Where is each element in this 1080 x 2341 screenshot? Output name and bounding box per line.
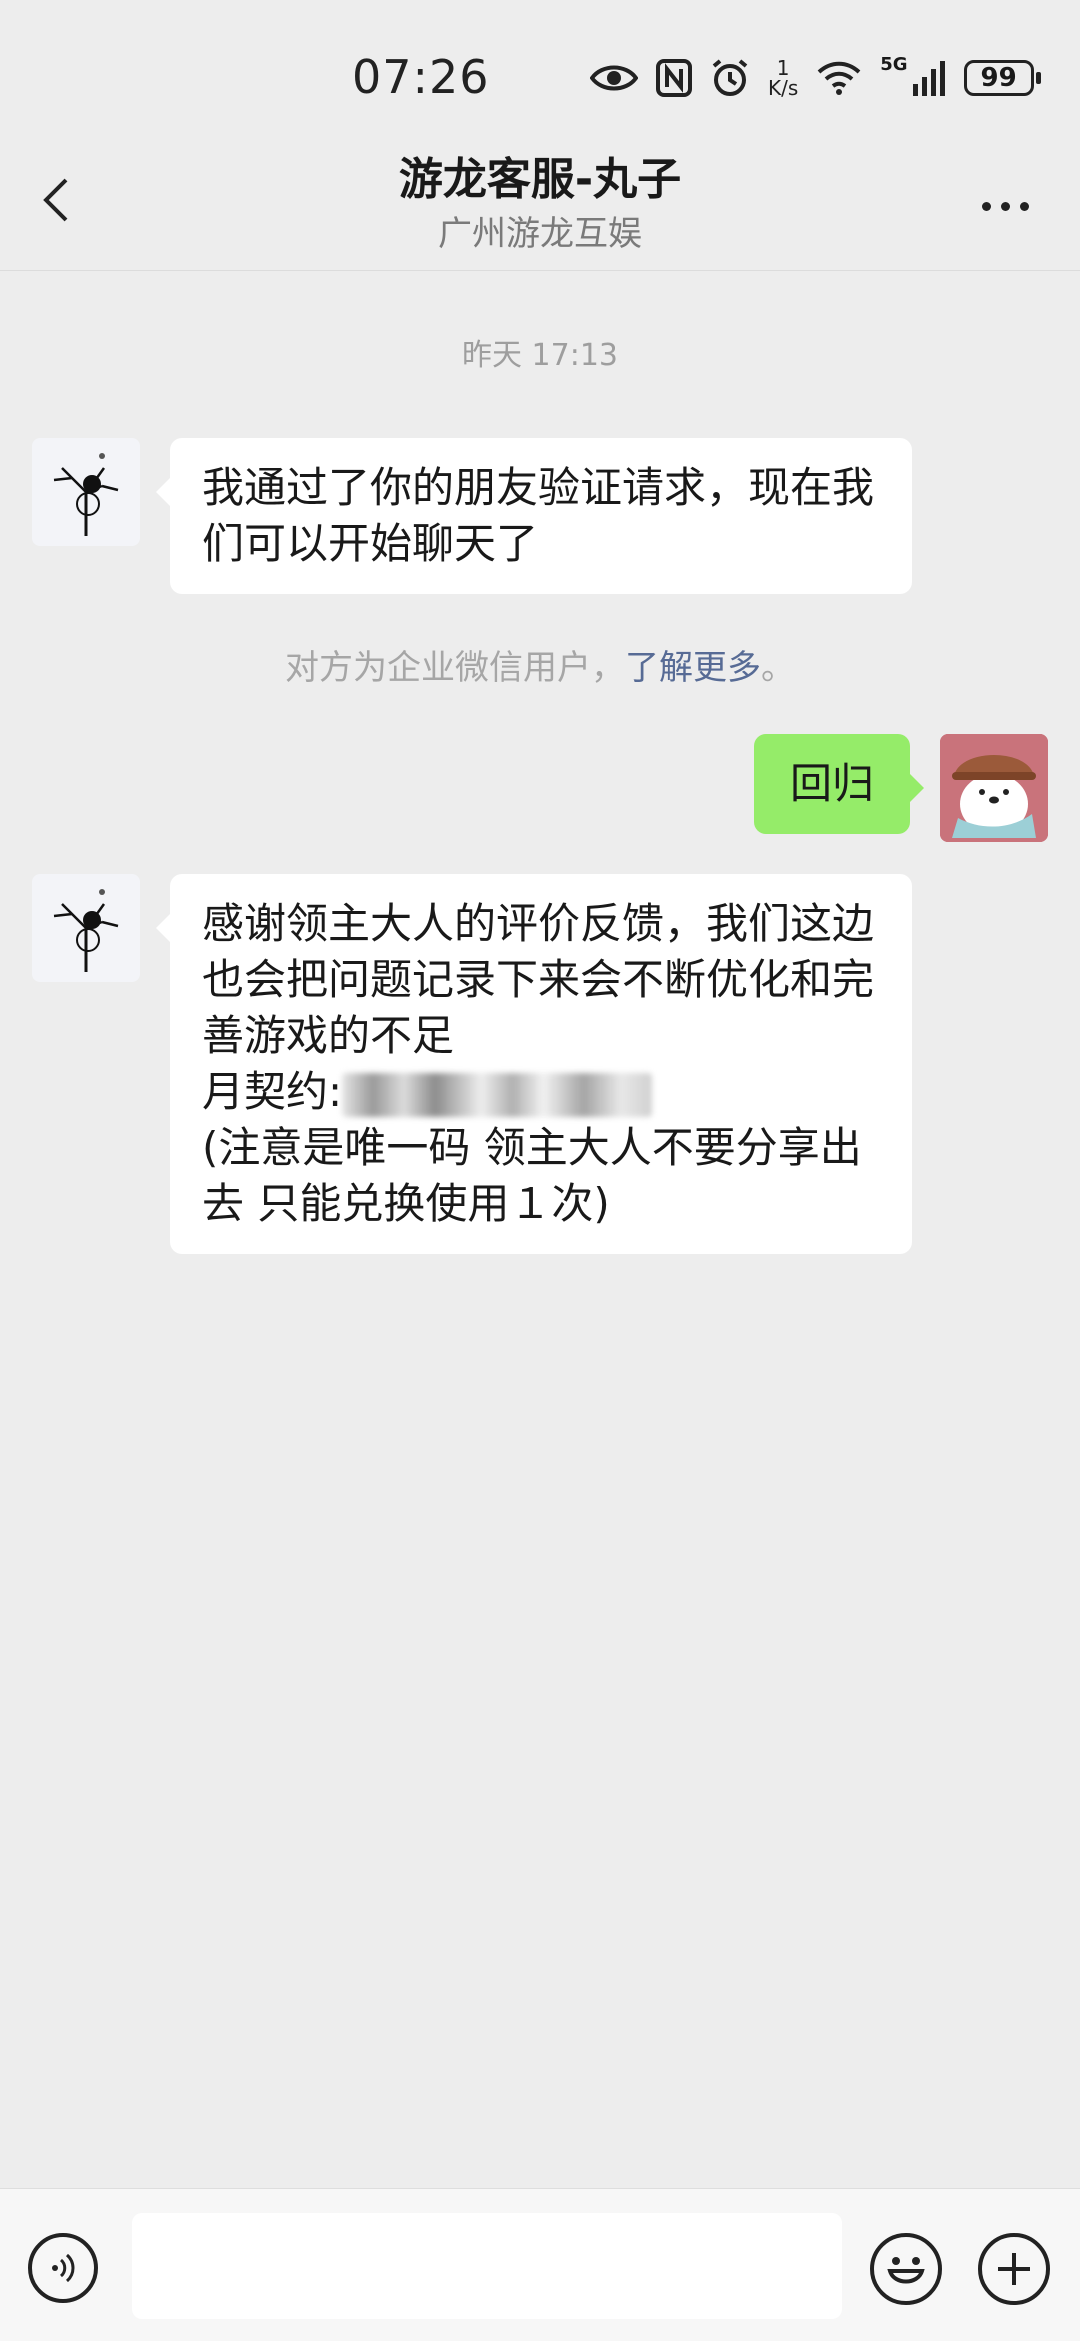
emoji-icon — [887, 2257, 925, 2284]
title-block: 游龙客服-丸子 广州游龙互娱 — [0, 150, 1080, 258]
contact-avatar[interactable] — [32, 438, 140, 546]
eye-icon — [590, 65, 638, 91]
network-speed-value: 1 — [776, 56, 790, 80]
message-timestamp: 昨天 17:13 — [462, 338, 618, 373]
message-bubble-received[interactable]: 感谢领主大人的评价反馈，我们这边也会把问题记录下来会不断优化和完善游戏的不足 月… — [156, 874, 912, 1254]
more-button[interactable] — [970, 176, 1040, 236]
message-note: (注意是唯一码 领主大人不要分享出去 只能兑换使用１次) — [202, 1123, 862, 1228]
plus-icon — [998, 2253, 1030, 2285]
contact-avatar[interactable] — [32, 874, 140, 982]
signal-icon — [912, 61, 945, 96]
alarm-icon — [712, 59, 748, 96]
system-note-end: 。 — [761, 648, 795, 688]
input-bar — [0, 2188, 1080, 2341]
chat-header: 游龙客服-丸子 广州游龙互娱 — [0, 140, 1080, 271]
status-bar: 07:26 1 K/s 5G 99 — [0, 0, 1080, 140]
network-speed-unit: K/s — [768, 76, 799, 100]
wifi-icon — [817, 61, 861, 95]
battery-indicator: 99 — [963, 60, 1041, 96]
message-bubble-received[interactable]: 我通过了你的朋友验证请求，现在我们可以开始聊天了 — [156, 438, 912, 594]
system-note: 对方为企业微信用户，了解更多。 — [0, 640, 1080, 689]
message-text: 感谢领主大人的评价反馈，我们这边也会把问题记录下来会不断优化和完善游戏的不足 — [202, 899, 875, 1060]
message-bubble-sent[interactable]: 回归 — [754, 734, 924, 834]
network-speed: 1 K/s — [768, 58, 798, 98]
network-type: 5G — [880, 53, 908, 75]
snowman-avatar-icon — [53, 453, 119, 536]
snowman-avatar-icon — [53, 889, 119, 972]
redeem-code-label: 月契约: — [202, 1067, 343, 1116]
plus-button[interactable] — [978, 2233, 1050, 2305]
blurred-redeem-code[interactable] — [342, 1072, 653, 1117]
system-note-text: 对方为企业微信用户， — [285, 648, 625, 688]
status-time: 07:26 — [352, 50, 490, 104]
message-text: 回归 — [789, 759, 874, 808]
self-avatar[interactable] — [940, 734, 1048, 842]
chat-title: 游龙客服-丸子 — [398, 154, 682, 205]
chat-subtitle: 广州游龙互娱 — [438, 214, 642, 254]
redeem-code-line: 月契约: — [202, 1064, 880, 1120]
message-text: 我通过了你的朋友验证请求，现在我们可以开始聊天了 — [202, 463, 875, 568]
battery-level: 99 — [980, 63, 1017, 93]
voice-button[interactable] — [28, 2233, 98, 2303]
learn-more-link[interactable]: 了解更多 — [625, 648, 761, 688]
message-input[interactable] — [132, 2213, 842, 2319]
bear-avatar-icon — [940, 734, 1048, 842]
more-dots-icon — [981, 201, 991, 211]
voice-icon — [52, 2253, 75, 2283]
status-icons: 1 K/s 5G 99 — [590, 48, 1041, 108]
nfc-icon — [656, 59, 692, 97]
emoji-button[interactable] — [870, 2233, 942, 2305]
